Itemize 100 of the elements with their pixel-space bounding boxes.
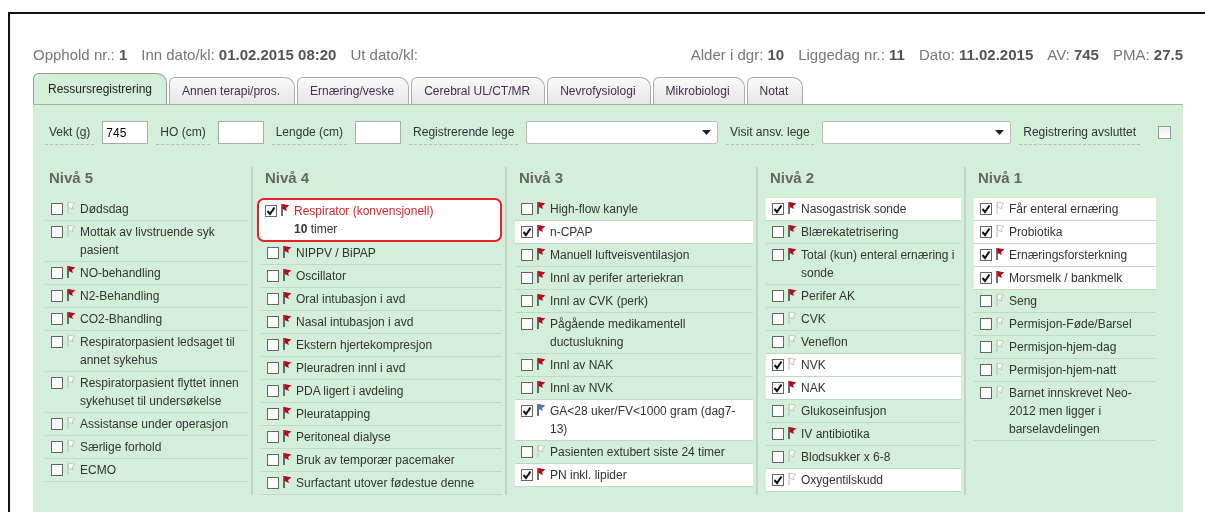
- checkbox[interactable]: [772, 405, 784, 417]
- tab[interactable]: Annen terapi/pros.: [169, 76, 296, 104]
- checkbox[interactable]: [772, 359, 784, 371]
- checkbox[interactable]: [267, 477, 279, 489]
- checkbox[interactable]: [51, 377, 63, 389]
- tab[interactable]: Nevrofysiologi: [547, 76, 651, 104]
- list-row[interactable]: NVK: [766, 354, 961, 377]
- checkbox[interactable]: [772, 226, 784, 238]
- checkbox[interactable]: [521, 249, 533, 261]
- input-field[interactable]: [355, 121, 402, 144]
- tab[interactable]: Ernæring/veske: [297, 76, 410, 104]
- tab[interactable]: Cerebral UL/CT/MR: [411, 76, 546, 104]
- checkbox[interactable]: [521, 318, 533, 330]
- list-row[interactable]: Innl av CVK (perk): [515, 290, 753, 313]
- list-row[interactable]: PDA ligert i avdeling: [261, 380, 502, 403]
- dropdown-field[interactable]: [821, 121, 1012, 144]
- list-row[interactable]: N2-Behandling: [45, 285, 248, 308]
- checkbox[interactable]: [267, 454, 279, 466]
- list-row[interactable]: Får enteral ernæring: [974, 198, 1156, 221]
- list-row[interactable]: Total (kun) enteral ernæring i sonde: [766, 244, 961, 285]
- checkbox[interactable]: [980, 387, 992, 399]
- tab[interactable]: Ressursregistrering: [33, 72, 168, 104]
- list-row[interactable]: Ekstern hjertekompresjon: [261, 334, 502, 357]
- list-row[interactable]: Respirator (konvensjonell) 10 timer: [257, 198, 502, 242]
- checkbox[interactable]: [772, 428, 784, 440]
- dropdown-field[interactable]: [526, 121, 719, 144]
- list-row[interactable]: Nasal intubasjon i avd: [261, 311, 502, 334]
- checkbox[interactable]: [265, 205, 277, 217]
- checkbox[interactable]: [521, 272, 533, 284]
- list-row[interactable]: Mottak av livstruende syk pasient: [45, 221, 248, 262]
- list-row[interactable]: Oxygentilskudd: [766, 469, 961, 492]
- list-row[interactable]: Morsmelk / bankmelk: [974, 267, 1156, 290]
- list-row[interactable]: Bruk av temporær pacemaker: [261, 449, 502, 472]
- list-row[interactable]: Perifer AK: [766, 285, 961, 308]
- list-row[interactable]: Pleuratapping: [261, 403, 502, 426]
- checkbox[interactable]: [51, 336, 63, 348]
- checkbox[interactable]: [772, 474, 784, 486]
- list-row[interactable]: Barnet innskrevet Neo-2012 men ligger i barselavdelingen: [974, 382, 1156, 441]
- list-row[interactable]: Oscillator: [261, 265, 502, 288]
- checkbox[interactable]: [980, 272, 992, 284]
- tab[interactable]: Notat: [746, 76, 804, 104]
- list-row[interactable]: NIPPV / BiPAP: [261, 242, 502, 265]
- list-row[interactable]: Permisjon-hjem-natt: [974, 359, 1156, 382]
- checkbox[interactable]: [51, 313, 63, 325]
- checkbox[interactable]: [772, 203, 784, 215]
- tab[interactable]: Mikrobiologi: [652, 76, 745, 104]
- checkbox[interactable]: [521, 295, 533, 307]
- checkbox[interactable]: [772, 336, 784, 348]
- checkbox[interactable]: [51, 464, 63, 476]
- list-row[interactable]: n-CPAP: [515, 221, 753, 244]
- list-row[interactable]: Nasogastrisk sonde: [766, 198, 961, 221]
- list-row[interactable]: PN inkl. lipider: [515, 464, 753, 487]
- input-field[interactable]: 745: [102, 121, 149, 144]
- checkbox[interactable]: [521, 446, 533, 458]
- list-row[interactable]: GA<28 uker/FV<1000 gram (dag7-13): [515, 400, 753, 441]
- list-row[interactable]: NAK: [766, 377, 961, 400]
- list-row[interactable]: Probiotika: [974, 221, 1156, 244]
- list-row[interactable]: Seng: [974, 290, 1156, 313]
- checkbox[interactable]: [772, 451, 784, 463]
- list-row[interactable]: Innl av NAK: [515, 354, 753, 377]
- list-row[interactable]: CO2-Bhandling: [45, 308, 248, 331]
- checkbox[interactable]: [267, 385, 279, 397]
- checkbox[interactable]: [51, 290, 63, 302]
- checkbox[interactable]: [772, 313, 784, 325]
- list-row[interactable]: Pågående medikamentell ductuslukning: [515, 313, 753, 354]
- list-row[interactable]: Respiratorpasient ledsaget til annet sykehus: [45, 331, 248, 372]
- list-row[interactable]: Innl av perifer arteriekran: [515, 267, 753, 290]
- checkbox[interactable]: [51, 418, 63, 430]
- checkbox[interactable]: [521, 382, 533, 394]
- checkbox[interactable]: [980, 318, 992, 330]
- checkbox[interactable]: [980, 226, 992, 238]
- list-row[interactable]: Peritoneal dialyse: [261, 426, 502, 449]
- checkbox[interactable]: [772, 382, 784, 394]
- checkbox[interactable]: [521, 203, 533, 215]
- checkbox[interactable]: [267, 362, 279, 374]
- list-row[interactable]: Dødsdag: [45, 198, 248, 221]
- checkbox[interactable]: [772, 290, 784, 302]
- checkbox[interactable]: [267, 293, 279, 305]
- checkbox[interactable]: [772, 249, 784, 261]
- checkbox[interactable]: [980, 249, 992, 261]
- checkbox[interactable]: [267, 431, 279, 443]
- list-row[interactable]: Permisjon-hjem-dag: [974, 336, 1156, 359]
- checkbox[interactable]: [51, 203, 63, 215]
- checkbox[interactable]: [267, 316, 279, 328]
- list-row[interactable]: Assistanse under operasjon: [45, 413, 248, 436]
- checkbox[interactable]: [51, 267, 63, 279]
- checkbox[interactable]: [267, 408, 279, 420]
- list-row[interactable]: Ernæringsforsterkning: [974, 244, 1156, 267]
- list-row[interactable]: NO-behandling: [45, 262, 248, 285]
- checkbox[interactable]: [521, 226, 533, 238]
- checkbox[interactable]: [980, 203, 992, 215]
- list-row[interactable]: Manuell luftveisventilasjon: [515, 244, 753, 267]
- list-row[interactable]: Særlige forhold: [45, 436, 248, 459]
- input-field[interactable]: [217, 121, 264, 144]
- list-row[interactable]: ECMO: [45, 459, 248, 482]
- checkbox[interactable]: [267, 339, 279, 351]
- checkbox[interactable]: [51, 226, 63, 238]
- list-row[interactable]: Pleuradren innl i avd: [261, 357, 502, 380]
- checkbox[interactable]: [267, 270, 279, 282]
- checkbox[interactable]: [51, 441, 63, 453]
